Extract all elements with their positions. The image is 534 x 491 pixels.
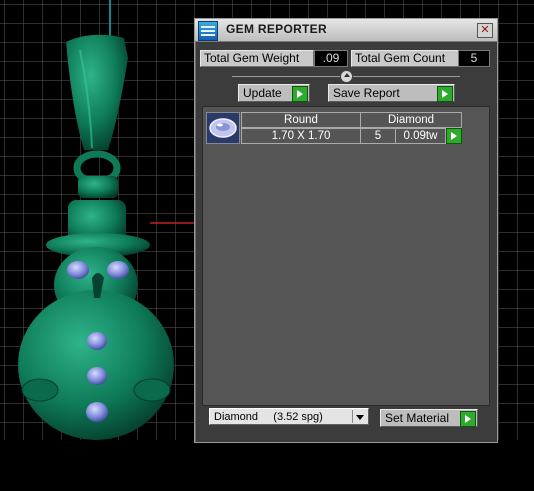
total-gem-weight-value: .09	[314, 50, 348, 67]
save-report-button[interactable]: Save Report	[328, 84, 455, 102]
gem-thumbnail	[206, 112, 240, 144]
total-gem-count-label: Total Gem Count	[351, 50, 459, 67]
gem-list[interactable]: Round 1.70 X 1.70 Diamond 5 0.09tw	[202, 106, 490, 406]
title-bar[interactable]: GEM REPORTER ✕	[195, 19, 497, 42]
gem-size: 1.70 X 1.70	[241, 128, 361, 144]
collapse-toggle-icon[interactable]	[340, 70, 353, 83]
chevron-down-icon	[352, 410, 367, 423]
total-gem-weight-label: Total Gem Weight	[200, 50, 314, 67]
update-button[interactable]: Update	[238, 84, 310, 102]
gem-reporter-app-icon	[198, 21, 218, 41]
update-button-label: Update	[243, 86, 282, 100]
total-gem-count-value: 5	[458, 50, 490, 67]
set-material-button[interactable]: Set Material	[380, 409, 478, 427]
material-select-value: Diamond (3.52 spg)	[214, 411, 323, 423]
play-arrow-icon	[460, 411, 476, 427]
save-report-button-label: Save Report	[333, 86, 400, 100]
gem-shape: Round	[241, 112, 361, 128]
material-select[interactable]: Diamond (3.52 spg)	[209, 408, 369, 425]
play-arrow-icon	[292, 86, 308, 102]
gem-row-select-arrow-icon[interactable]	[446, 128, 462, 144]
play-arrow-icon	[437, 86, 453, 102]
gem-count: 5	[360, 128, 396, 144]
gem-row[interactable]: Round 1.70 X 1.70 Diamond 5 0.09tw	[206, 112, 462, 144]
window-title: GEM REPORTER	[226, 22, 327, 36]
close-button[interactable]: ✕	[477, 23, 493, 38]
gem-reporter-panel: GEM REPORTER ✕ Total Gem Weight .09 Tota…	[194, 18, 498, 443]
gem-material: Diamond	[360, 112, 462, 128]
set-material-button-label: Set Material	[385, 411, 450, 425]
round-gem-icon	[207, 113, 239, 143]
gem-weight: 0.09tw	[395, 128, 446, 144]
